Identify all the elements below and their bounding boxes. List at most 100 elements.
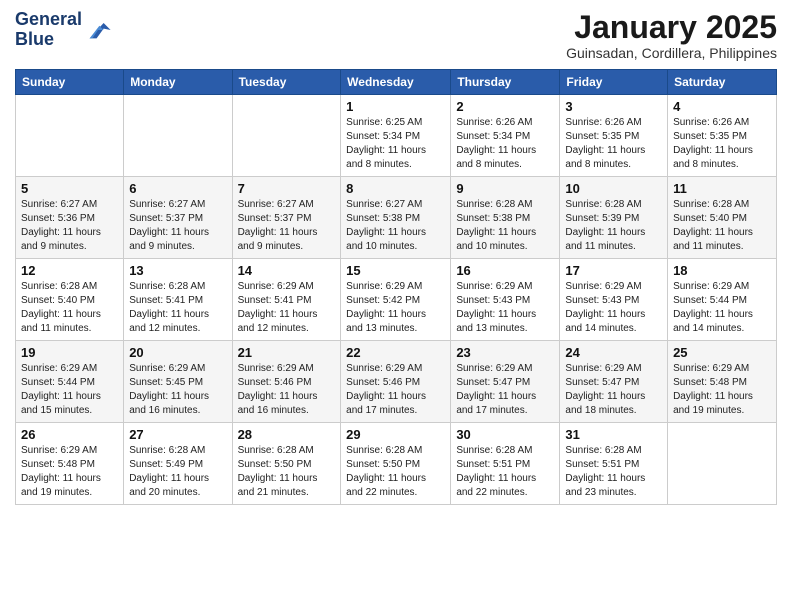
day-info: Sunrise: 6:29 AMSunset: 5:48 PMDaylight:… bbox=[673, 362, 771, 418]
day-info: Sunrise: 6:29 AMSunset: 5:45 PMDaylight:… bbox=[129, 362, 226, 418]
table-row: 24 Sunrise: 6:29 AMSunset: 5:47 PMDayligh… bbox=[560, 341, 668, 423]
table-row: 18Sunrise: 6:29 AMSunset: 5:44 PMDayligh… bbox=[668, 259, 777, 341]
day-number: 14 bbox=[238, 263, 336, 278]
day-number: 27 bbox=[129, 427, 226, 442]
col-friday: Friday bbox=[560, 70, 668, 95]
col-thursday: Thursday bbox=[451, 70, 560, 95]
table-row: 1Sunrise: 6:25 AMSunset: 5:34 PMDaylight… bbox=[341, 95, 451, 177]
day-info: Sunrise: 6:29 AMSunset: 5:41 PMDaylight:… bbox=[238, 280, 336, 336]
day-info: Sunrise: 6:28 AMSunset: 5:51 PMDaylight:… bbox=[456, 444, 554, 500]
day-info: Sunrise: 6:29 AMSunset: 5:47 PMDaylight:… bbox=[565, 362, 662, 418]
col-monday: Monday bbox=[124, 70, 232, 95]
table-row bbox=[668, 423, 777, 505]
table-row bbox=[124, 95, 232, 177]
day-number: 10 bbox=[565, 181, 662, 196]
day-number: 25 bbox=[673, 345, 771, 360]
day-number: 31 bbox=[565, 427, 662, 442]
table-row: 2Sunrise: 6:26 AMSunset: 5:34 PMDaylight… bbox=[451, 95, 560, 177]
day-info: Sunrise: 6:29 AMSunset: 5:43 PMDaylight:… bbox=[565, 280, 662, 336]
table-row: 23 Sunrise: 6:29 AMSunset: 5:47 PMDayligh… bbox=[451, 341, 560, 423]
day-info: Sunrise: 6:29 AMSunset: 5:43 PMDaylight:… bbox=[456, 280, 554, 336]
table-row: 14 Sunrise: 6:29 AMSunset: 5:41 PMDayligh… bbox=[232, 259, 341, 341]
day-info: Sunrise: 6:29 AMSunset: 5:48 PMDaylight:… bbox=[21, 444, 118, 500]
day-number: 12 bbox=[21, 263, 118, 278]
day-number: 5 bbox=[21, 181, 118, 196]
table-row bbox=[16, 95, 124, 177]
page-header: GeneralBlue January 2025 Guinsadan, Cord… bbox=[15, 10, 777, 61]
table-row: 17 Sunrise: 6:29 AMSunset: 5:43 PMDayligh… bbox=[560, 259, 668, 341]
day-number: 30 bbox=[456, 427, 554, 442]
day-info: Sunrise: 6:26 AMSunset: 5:34 PMDaylight:… bbox=[456, 116, 554, 172]
day-info: Sunrise: 6:28 AMSunset: 5:51 PMDaylight:… bbox=[565, 444, 662, 500]
table-row: 13Sunrise: 6:28 AMSunset: 5:41 PMDayligh… bbox=[124, 259, 232, 341]
day-info: Sunrise: 6:29 AMSunset: 5:47 PMDaylight:… bbox=[456, 362, 554, 418]
day-number: 24 bbox=[565, 345, 662, 360]
logo-text: GeneralBlue bbox=[15, 10, 82, 50]
day-info: Sunrise: 6:27 AMSunset: 5:37 PMDaylight:… bbox=[238, 198, 336, 254]
logo: GeneralBlue bbox=[15, 10, 112, 50]
day-info: Sunrise: 6:25 AMSunset: 5:34 PMDaylight:… bbox=[346, 116, 445, 172]
day-number: 4 bbox=[673, 99, 771, 114]
calendar-week-row: 12 Sunrise: 6:28 AMSunset: 5:40 PMDayligh… bbox=[16, 259, 777, 341]
day-info: Sunrise: 6:29 AMSunset: 5:44 PMDaylight:… bbox=[21, 362, 118, 418]
table-row: 7 Sunrise: 6:27 AMSunset: 5:37 PMDaylight… bbox=[232, 177, 341, 259]
table-row: 26 Sunrise: 6:29 AMSunset: 5:48 PMDayligh… bbox=[16, 423, 124, 505]
day-number: 8 bbox=[346, 181, 445, 196]
day-info: Sunrise: 6:27 AMSunset: 5:38 PMDaylight:… bbox=[346, 198, 445, 254]
day-info: Sunrise: 6:28 AMSunset: 5:40 PMDaylight:… bbox=[21, 280, 118, 336]
day-info: Sunrise: 6:29 AMSunset: 5:46 PMDaylight:… bbox=[238, 362, 336, 418]
day-info: Sunrise: 6:28 AMSunset: 5:40 PMDaylight:… bbox=[673, 198, 771, 254]
calendar-week-row: 5Sunrise: 6:27 AMSunset: 5:36 PMDaylight… bbox=[16, 177, 777, 259]
table-row: 6 Sunrise: 6:27 AMSunset: 5:37 PMDaylight… bbox=[124, 177, 232, 259]
location: Guinsadan, Cordillera, Philippines bbox=[566, 45, 777, 61]
day-info: Sunrise: 6:29 AMSunset: 5:44 PMDaylight:… bbox=[673, 280, 771, 336]
calendar-week-row: 19 Sunrise: 6:29 AMSunset: 5:44 PMDayligh… bbox=[16, 341, 777, 423]
day-number: 28 bbox=[238, 427, 336, 442]
day-info: Sunrise: 6:28 AMSunset: 5:41 PMDaylight:… bbox=[129, 280, 226, 336]
table-row: 15Sunrise: 6:29 AMSunset: 5:42 PMDayligh… bbox=[341, 259, 451, 341]
col-tuesday: Tuesday bbox=[232, 70, 341, 95]
table-row: 29 Sunrise: 6:28 AMSunset: 5:50 PMDayligh… bbox=[341, 423, 451, 505]
day-number: 22 bbox=[346, 345, 445, 360]
day-number: 19 bbox=[21, 345, 118, 360]
table-row bbox=[232, 95, 341, 177]
table-row: 21 Sunrise: 6:29 AMSunset: 5:46 PMDayligh… bbox=[232, 341, 341, 423]
table-row: 31 Sunrise: 6:28 AMSunset: 5:51 PMDayligh… bbox=[560, 423, 668, 505]
day-number: 26 bbox=[21, 427, 118, 442]
table-row: 9 Sunrise: 6:28 AMSunset: 5:38 PMDaylight… bbox=[451, 177, 560, 259]
table-row: 22 Sunrise: 6:29 AMSunset: 5:46 PMDayligh… bbox=[341, 341, 451, 423]
day-number: 17 bbox=[565, 263, 662, 278]
col-wednesday: Wednesday bbox=[341, 70, 451, 95]
day-info: Sunrise: 6:28 AMSunset: 5:50 PMDaylight:… bbox=[346, 444, 445, 500]
table-row: 20 Sunrise: 6:29 AMSunset: 5:45 PMDayligh… bbox=[124, 341, 232, 423]
table-row: 5Sunrise: 6:27 AMSunset: 5:36 PMDaylight… bbox=[16, 177, 124, 259]
table-row: 8 Sunrise: 6:27 AMSunset: 5:38 PMDaylight… bbox=[341, 177, 451, 259]
day-number: 20 bbox=[129, 345, 226, 360]
day-info: Sunrise: 6:28 AMSunset: 5:39 PMDaylight:… bbox=[565, 198, 662, 254]
day-number: 3 bbox=[565, 99, 662, 114]
logo-icon bbox=[84, 16, 112, 44]
day-info: Sunrise: 6:27 AMSunset: 5:37 PMDaylight:… bbox=[129, 198, 226, 254]
day-number: 21 bbox=[238, 345, 336, 360]
page-container: GeneralBlue January 2025 Guinsadan, Cord… bbox=[0, 0, 792, 510]
day-info: Sunrise: 6:29 AMSunset: 5:46 PMDaylight:… bbox=[346, 362, 445, 418]
day-number: 23 bbox=[456, 345, 554, 360]
day-number: 9 bbox=[456, 181, 554, 196]
day-number: 29 bbox=[346, 427, 445, 442]
table-row: 16Sunrise: 6:29 AMSunset: 5:43 PMDayligh… bbox=[451, 259, 560, 341]
day-info: Sunrise: 6:28 AMSunset: 5:49 PMDaylight:… bbox=[129, 444, 226, 500]
table-row: 19 Sunrise: 6:29 AMSunset: 5:44 PMDayligh… bbox=[16, 341, 124, 423]
calendar-table: Sunday Monday Tuesday Wednesday Thursday… bbox=[15, 69, 777, 505]
day-info: Sunrise: 6:26 AMSunset: 5:35 PMDaylight:… bbox=[673, 116, 771, 172]
table-row: 11 Sunrise: 6:28 AMSunset: 5:40 PMDayligh… bbox=[668, 177, 777, 259]
calendar-week-row: 1Sunrise: 6:25 AMSunset: 5:34 PMDaylight… bbox=[16, 95, 777, 177]
calendar-week-row: 26 Sunrise: 6:29 AMSunset: 5:48 PMDayligh… bbox=[16, 423, 777, 505]
day-number: 6 bbox=[129, 181, 226, 196]
day-number: 7 bbox=[238, 181, 336, 196]
day-info: Sunrise: 6:28 AMSunset: 5:38 PMDaylight:… bbox=[456, 198, 554, 254]
table-row: 28Sunrise: 6:28 AMSunset: 5:50 PMDayligh… bbox=[232, 423, 341, 505]
day-number: 11 bbox=[673, 181, 771, 196]
table-row: 4 Sunrise: 6:26 AMSunset: 5:35 PMDaylight… bbox=[668, 95, 777, 177]
col-sunday: Sunday bbox=[16, 70, 124, 95]
table-row: 25 Sunrise: 6:29 AMSunset: 5:48 PMDayligh… bbox=[668, 341, 777, 423]
